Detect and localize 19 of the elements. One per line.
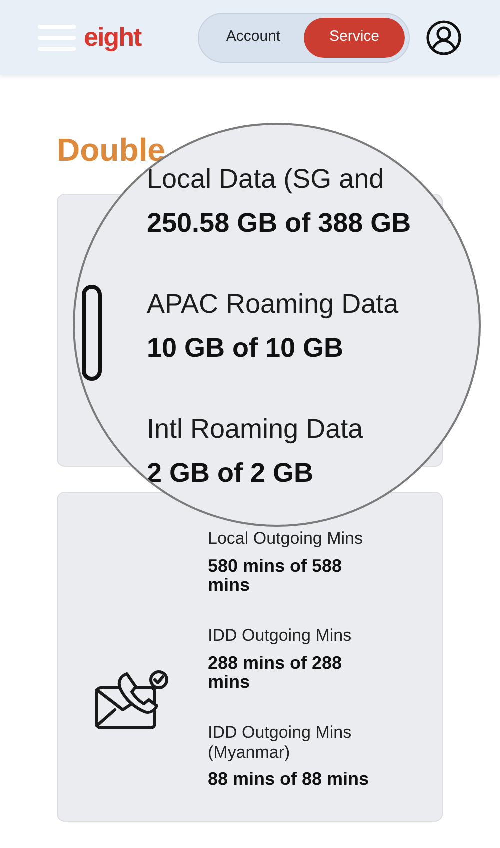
- plan-title: Double: [57, 134, 166, 166]
- usage-label: Local Data (SG and: [147, 163, 386, 196]
- usage-value: 250.58 GB of 388 GB: [147, 207, 412, 240]
- rounded-bar-icon: [81, 284, 103, 382]
- envelope-phone-icon: [95, 670, 171, 730]
- usage-value: 580 mins of 588 mins: [208, 556, 344, 596]
- usage-value: 88 mins of 88 mins: [208, 770, 370, 790]
- usage-value: 10 GB of 10 GB: [147, 332, 345, 365]
- usage-label: IDD Outgoing Mins: [208, 626, 353, 646]
- usage-label: Intl Roaming Data: [147, 412, 364, 445]
- usage-value: 2 GB of 2 GB: [147, 456, 315, 490]
- logo[interactable]: eight: [84, 18, 142, 57]
- usage-label: APAC Roaming Data: [147, 288, 400, 320]
- usage-value: 288 mins of 288 mins: [208, 654, 344, 694]
- toggle-tab[interactable]: Account: [203, 18, 304, 58]
- toggle-tab[interactable]: Service: [304, 18, 405, 58]
- profile-icon[interactable]: [426, 20, 462, 56]
- usage-label: Local Outgoing Mins: [208, 529, 364, 549]
- usage-label: IDD Outgoing Mins (Myanmar): [208, 723, 353, 762]
